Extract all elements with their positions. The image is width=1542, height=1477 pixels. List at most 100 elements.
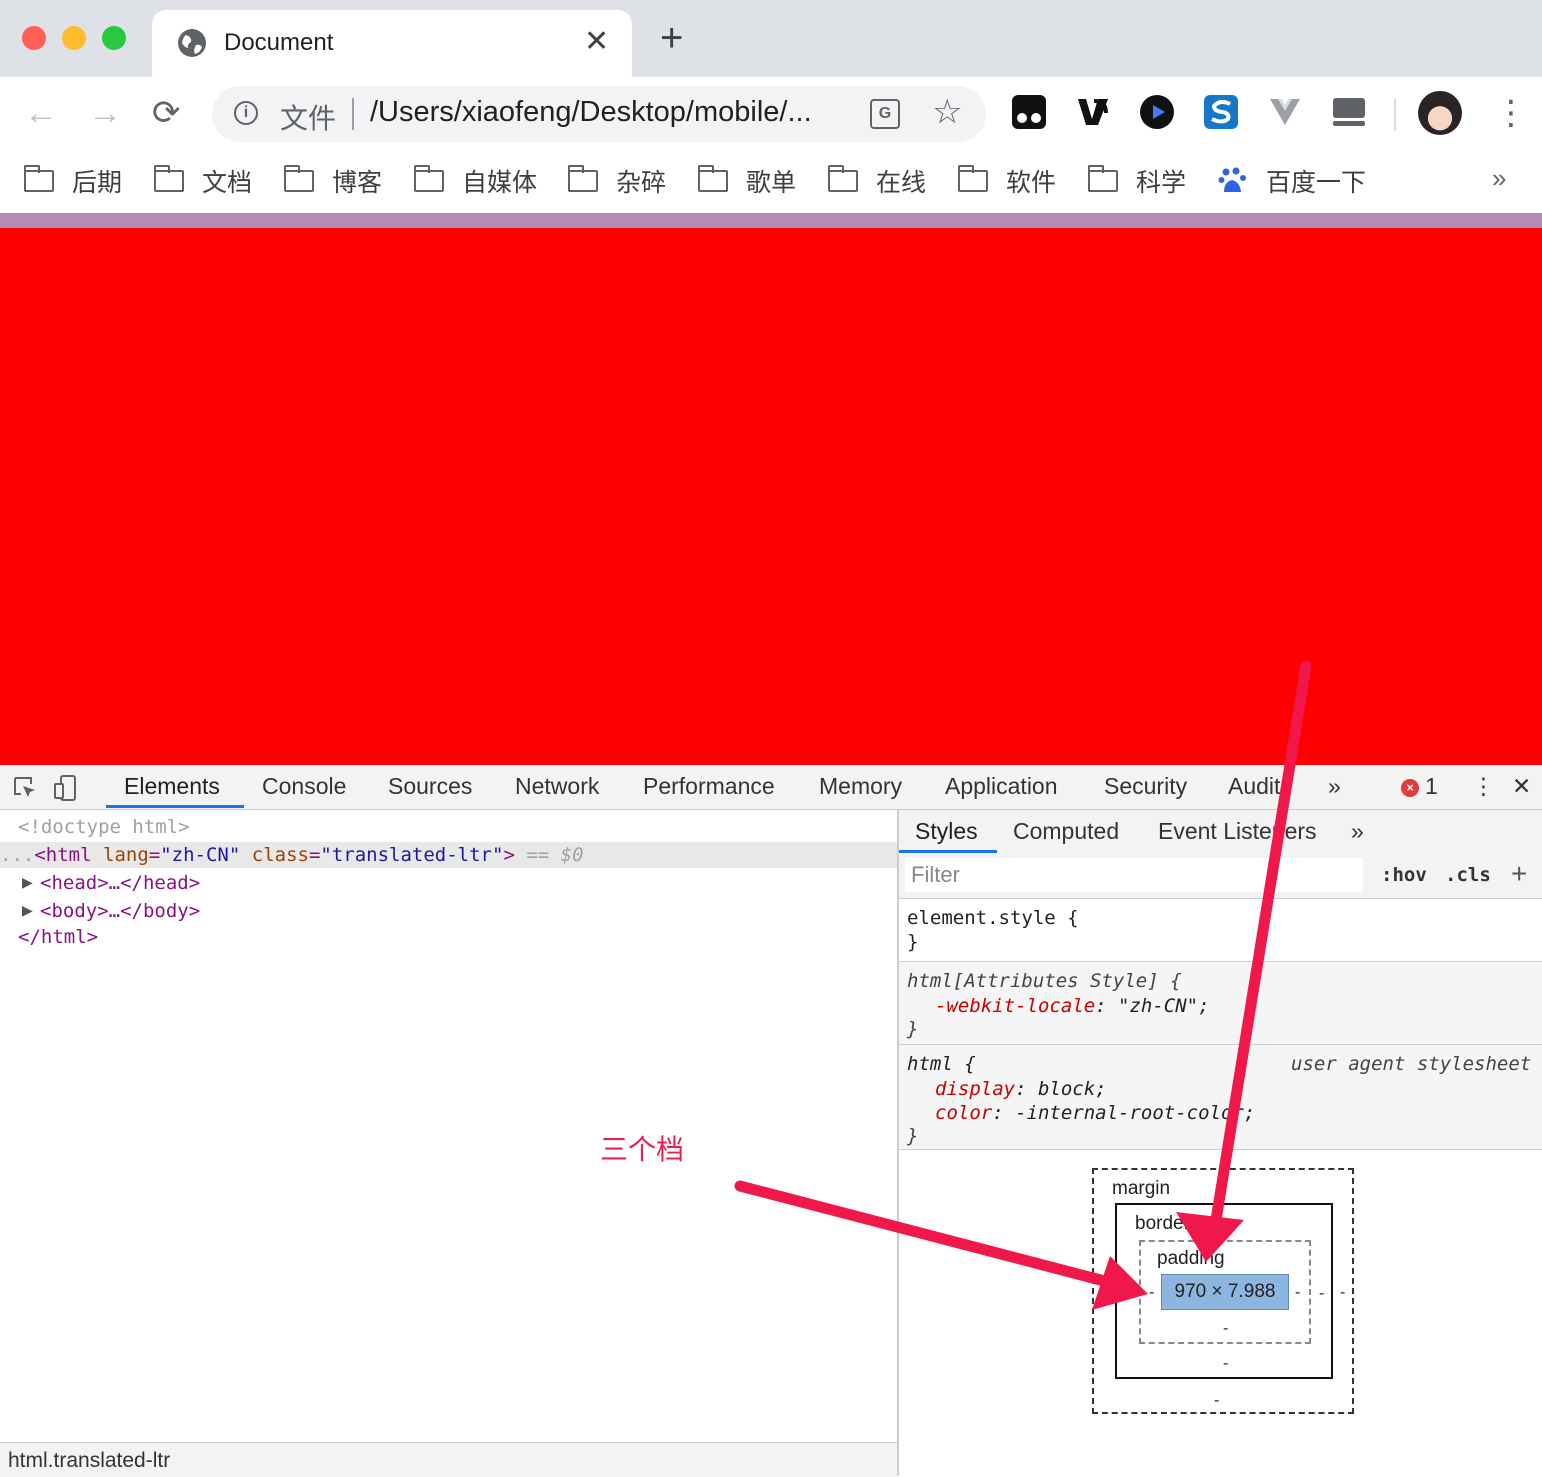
folder-icon bbox=[413, 165, 444, 192]
inspect-element-icon[interactable] bbox=[12, 775, 38, 801]
scheme-label: 文件 bbox=[280, 103, 337, 134]
bookmark-folder[interactable]: 歌单 bbox=[697, 161, 796, 201]
globe-icon bbox=[178, 29, 206, 57]
tab-console[interactable]: Console bbox=[262, 773, 346, 800]
doctype-node[interactable]: <!doctype html> bbox=[18, 816, 190, 838]
url-text[interactable]: /Users/xiaofeng/Desktop/mobile/... bbox=[370, 96, 812, 129]
browser-toolbar: ← → ⟳ i 文件 /Users/xiaofeng/Desktop/mobil… bbox=[0, 77, 1542, 151]
tab-audits[interactable]: Audits bbox=[1228, 773, 1292, 800]
active-tab-indicator bbox=[106, 805, 244, 808]
tabs-overflow-button[interactable]: » bbox=[1328, 773, 1341, 800]
page-content-red bbox=[0, 228, 1542, 765]
box-model-content[interactable]: 970 × 7.988 bbox=[1161, 1274, 1289, 1310]
translate-icon[interactable]: G bbox=[870, 99, 900, 129]
close-window-button[interactable] bbox=[22, 26, 46, 50]
hov-toggle[interactable]: :hov bbox=[1381, 864, 1427, 886]
devtools-menu-icon[interactable]: ⋮ bbox=[1472, 773, 1495, 800]
address-bar[interactable]: i 文件 /Users/xiaofeng/Desktop/mobile/... … bbox=[212, 86, 986, 142]
error-icon[interactable]: × bbox=[1401, 779, 1419, 797]
bookmark-folder[interactable]: 杂碎 bbox=[567, 161, 666, 201]
bookmark-folder[interactable]: 文档 bbox=[153, 161, 252, 201]
folder-icon bbox=[957, 165, 988, 192]
folder-icon bbox=[567, 165, 598, 192]
expand-body-icon[interactable]: ▶ bbox=[22, 902, 33, 919]
head-node[interactable]: <head>…</head> bbox=[40, 872, 200, 894]
back-button[interactable]: ← bbox=[24, 95, 58, 131]
cls-toggle[interactable]: .cls bbox=[1445, 864, 1491, 886]
styles-filter-input[interactable]: Filter bbox=[905, 858, 1363, 892]
tab-sources[interactable]: Sources bbox=[388, 773, 472, 800]
breadcrumb[interactable]: html.translated-ltr bbox=[8, 1449, 170, 1473]
baidu-paw-icon bbox=[1218, 167, 1246, 192]
body-node[interactable]: <body>…</body> bbox=[40, 900, 200, 922]
styles-overflow-button[interactable]: » bbox=[1351, 818, 1364, 845]
css-rule-attributes-style: html[Attributes Style] { -webkit-locale:… bbox=[899, 962, 1542, 1045]
expand-head-icon[interactable]: ▶ bbox=[22, 874, 33, 891]
new-rule-button[interactable]: + bbox=[1511, 858, 1527, 890]
tab-elements[interactable]: Elements bbox=[124, 773, 220, 800]
extension-3-icon[interactable] bbox=[1140, 95, 1174, 129]
tab-title: Document bbox=[224, 29, 334, 56]
css-property[interactable]: -webkit-locale bbox=[935, 995, 1095, 1017]
folder-icon bbox=[23, 165, 54, 192]
tab-network[interactable]: Network bbox=[515, 773, 599, 800]
tab-performance[interactable]: Performance bbox=[643, 773, 775, 800]
filter-row: Filter :hov .cls + bbox=[899, 854, 1542, 899]
styles-pane: Styles Computed Event Listeners » Filter… bbox=[899, 810, 1542, 1476]
bookmark-folder[interactable]: 科学 bbox=[1087, 161, 1186, 201]
extension-1-icon[interactable] bbox=[1012, 95, 1046, 129]
minimize-window-button[interactable] bbox=[62, 26, 86, 50]
html-close-node[interactable]: </html> bbox=[18, 926, 98, 948]
browser-menu-icon[interactable]: ⋮ bbox=[1494, 91, 1528, 135]
annotation-text: 三个档 bbox=[600, 1134, 685, 1165]
tab-memory[interactable]: Memory bbox=[819, 773, 902, 800]
bookmarks-overflow-button[interactable]: » bbox=[1492, 163, 1506, 194]
active-tab-indicator bbox=[899, 850, 997, 853]
tab-event-listeners[interactable]: Event Listeners bbox=[1158, 818, 1317, 845]
extension-6-icon[interactable] bbox=[1332, 95, 1366, 129]
bookmarks-bar: 后期 文档 博客 自媒体 杂碎 歌单 在线 软件 科学 百度一下 » bbox=[0, 151, 1542, 213]
tab-strip: Document ✕ + bbox=[0, 0, 1542, 78]
tab-application[interactable]: Application bbox=[945, 773, 1058, 800]
devtools-panel: Elements Console Sources Network Perform… bbox=[0, 765, 1542, 1477]
folder-icon bbox=[1087, 165, 1118, 192]
folder-icon bbox=[283, 165, 314, 192]
box-model-padding[interactable]: padding - - - 970 × 7.988 bbox=[1139, 1240, 1311, 1344]
css-property[interactable]: display bbox=[935, 1078, 1015, 1100]
box-model-border[interactable]: border - - padding - - - 970 × 7.988 bbox=[1115, 1203, 1333, 1379]
tab-security[interactable]: Security bbox=[1104, 773, 1187, 800]
devtools-close-icon[interactable]: ✕ bbox=[1512, 773, 1531, 800]
new-tab-button[interactable]: + bbox=[660, 18, 683, 58]
box-model-margin[interactable]: margin - - border - - padding - - - 970 … bbox=[1092, 1168, 1354, 1414]
tab-styles[interactable]: Styles bbox=[915, 818, 978, 845]
bookmark-star-icon[interactable]: ☆ bbox=[932, 92, 962, 132]
bookmark-folder[interactable]: 博客 bbox=[283, 161, 382, 201]
profile-avatar[interactable] bbox=[1418, 91, 1462, 135]
extension-4-icon[interactable] bbox=[1204, 95, 1238, 129]
bookmark-folder[interactable]: 在线 bbox=[827, 161, 926, 201]
device-toolbar-icon[interactable] bbox=[52, 774, 78, 802]
css-property[interactable]: color bbox=[935, 1102, 992, 1124]
tab-close-icon[interactable]: ✕ bbox=[584, 24, 609, 59]
page-top-strip bbox=[0, 213, 1542, 228]
forward-button[interactable]: → bbox=[88, 95, 122, 131]
maximize-window-button[interactable] bbox=[102, 26, 126, 50]
bookmark-folder[interactable]: 后期 bbox=[23, 161, 122, 201]
css-rule-html: html { user agent stylesheet display: bl… bbox=[899, 1045, 1542, 1150]
folder-icon bbox=[697, 165, 728, 192]
toolbar-divider bbox=[1394, 99, 1396, 131]
css-rule-element-style: element.style { } bbox=[899, 899, 1542, 962]
selected-marker: == $0 bbox=[526, 844, 584, 866]
bookmark-baidu[interactable]: 百度一下 bbox=[1218, 161, 1366, 201]
info-icon[interactable]: i bbox=[234, 101, 258, 125]
tab-computed[interactable]: Computed bbox=[1013, 818, 1119, 845]
bookmark-folder[interactable]: 自媒体 bbox=[413, 161, 537, 201]
extension-2-icon[interactable] bbox=[1076, 95, 1110, 129]
bookmark-folder[interactable]: 软件 bbox=[957, 161, 1056, 201]
html-node[interactable]: ...<html lang="zh-CN" class="translated-… bbox=[0, 844, 584, 866]
error-count[interactable]: 1 bbox=[1425, 773, 1438, 800]
devtools-tab-bar: Elements Console Sources Network Perform… bbox=[0, 765, 1542, 810]
tab-document[interactable]: Document ✕ bbox=[152, 10, 632, 78]
extension-5-icon[interactable] bbox=[1268, 95, 1302, 129]
reload-button[interactable]: ⟳ bbox=[152, 95, 181, 131]
